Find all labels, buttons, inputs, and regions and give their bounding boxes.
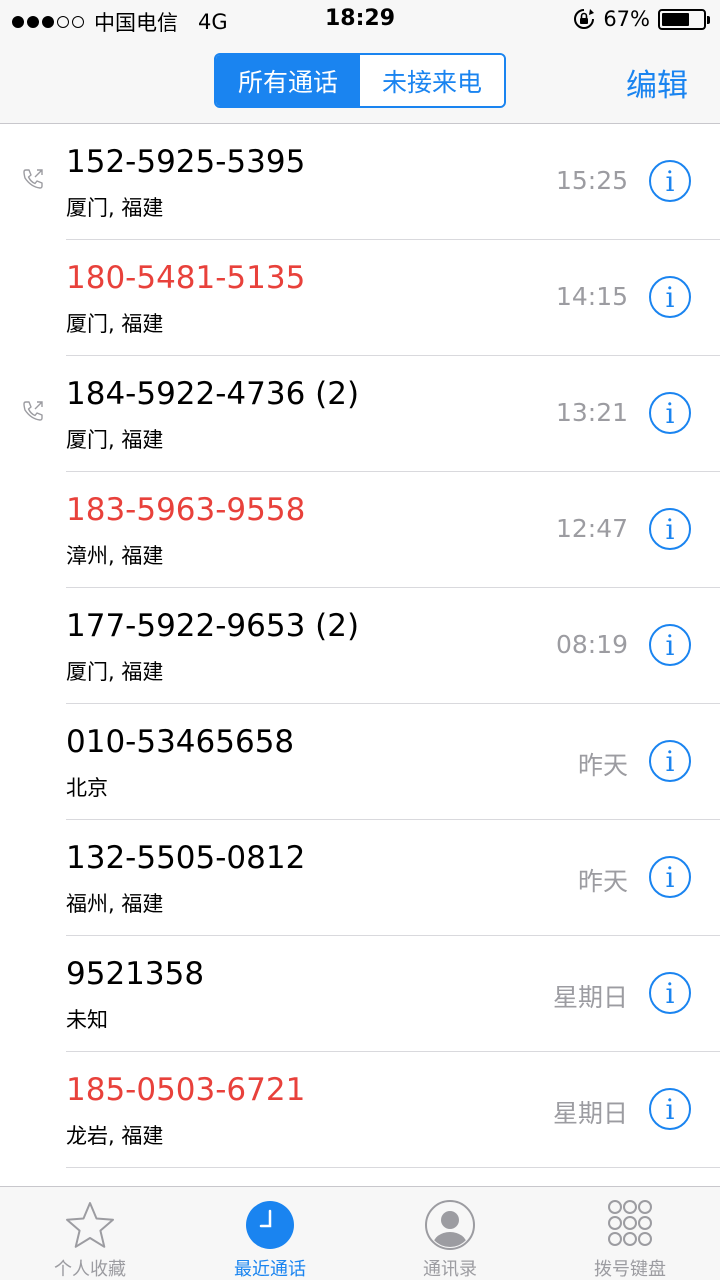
call-row[interactable]: 177-5922-9653 (2) 厦门, 福建 08:19 i xyxy=(0,588,720,704)
info-icon: i xyxy=(665,860,675,894)
segment-all-calls[interactable]: 所有通话 xyxy=(216,55,360,106)
info-icon: i xyxy=(665,744,675,778)
outgoing-call-icon xyxy=(23,169,43,189)
battery-percent: 67% xyxy=(603,7,650,31)
tab-keypad-label: 拨号键盘 xyxy=(594,1259,666,1280)
info-icon: i xyxy=(665,976,675,1010)
info-button[interactable]: i xyxy=(649,624,691,666)
tab-recents[interactable]: 最近通话 xyxy=(180,1187,360,1280)
info-button[interactable]: i xyxy=(649,392,691,434)
tab-favorites[interactable]: 个人收藏 xyxy=(0,1187,180,1280)
call-row[interactable]: 183-5963-9558 漳州, 福建 12:47 i xyxy=(0,472,720,588)
info-button[interactable]: i xyxy=(649,972,691,1014)
info-icon: i xyxy=(665,628,675,662)
call-number: 184-5922-4736 (2) xyxy=(66,376,360,412)
recent-calls-list: 152-5925-5395 厦门, 福建 15:25 i 180-5481-5135 厦门… xyxy=(0,124,720,1168)
contact-icon xyxy=(425,1200,475,1250)
call-number: 132-5505-0812 xyxy=(66,840,306,876)
call-row[interactable]: 9521358 未知 星期日 i xyxy=(0,936,720,1052)
call-row[interactable]: 152-5925-5395 厦门, 福建 15:25 i xyxy=(0,124,720,240)
call-location: 厦门, 福建 xyxy=(66,660,164,684)
call-time: 14:15 xyxy=(555,282,628,311)
info-button[interactable]: i xyxy=(649,856,691,898)
call-row[interactable]: 180-5481-5135 厦门, 福建 14:15 i xyxy=(0,240,720,356)
tab-bar: 个人收藏 最近通话 通讯录 拨号键盘 xyxy=(0,1186,720,1280)
carrier-name: 中国电信 xyxy=(94,11,178,35)
call-time: 昨天 xyxy=(577,751,628,780)
outgoing-call-icon xyxy=(23,401,43,421)
call-number: 180-5481-5135 xyxy=(66,260,306,296)
call-location: 北京 xyxy=(66,776,108,800)
call-location: 漳州, 福建 xyxy=(66,544,164,568)
call-time: 12:47 xyxy=(555,514,628,543)
info-icon: i xyxy=(665,164,675,198)
call-time: 星期日 xyxy=(552,1099,628,1128)
tab-favorites-label: 个人收藏 xyxy=(54,1259,126,1280)
tab-contacts[interactable]: 通讯录 xyxy=(360,1187,540,1280)
call-number: 9521358 xyxy=(66,956,205,992)
call-location: 龙岩, 福建 xyxy=(66,1124,164,1148)
call-time: 13:21 xyxy=(555,398,628,427)
info-icon: i xyxy=(665,396,675,430)
row-divider xyxy=(66,1167,720,1168)
network-type: 4G xyxy=(198,10,228,34)
call-time: 08:19 xyxy=(555,630,628,659)
call-location: 厦门, 福建 xyxy=(66,196,164,220)
status-left: 中国电信 4G xyxy=(12,7,228,37)
call-row[interactable]: 010-53465658 北京 昨天 i xyxy=(0,704,720,820)
segment-missed-calls[interactable]: 未接来电 xyxy=(360,55,504,106)
nav-bar: 所有通话 未接来电 编辑 xyxy=(0,40,720,124)
info-button[interactable]: i xyxy=(649,276,691,318)
info-icon: i xyxy=(665,1092,675,1126)
call-time: 星期日 xyxy=(552,983,628,1012)
call-filter-segmented-control: 所有通话 未接来电 xyxy=(214,53,506,108)
rotation-lock-icon xyxy=(574,9,595,29)
call-location: 厦门, 福建 xyxy=(66,428,164,452)
battery-icon xyxy=(658,8,710,30)
call-number: 152-5925-5395 xyxy=(66,144,306,180)
call-location: 福州, 福建 xyxy=(66,892,164,916)
call-time: 15:25 xyxy=(555,166,628,195)
call-number: 177-5922-9653 (2) xyxy=(66,608,360,644)
keypad-icon xyxy=(608,1200,652,1246)
info-button[interactable]: i xyxy=(649,1088,691,1130)
star-icon xyxy=(66,1202,114,1248)
status-right: 67% xyxy=(573,7,710,31)
call-row[interactable]: 132-5505-0812 福州, 福建 昨天 i xyxy=(0,820,720,936)
info-button[interactable]: i xyxy=(649,740,691,782)
tab-recents-label: 最近通话 xyxy=(234,1259,306,1280)
info-button[interactable]: i xyxy=(649,160,691,202)
call-location: 未知 xyxy=(66,1008,108,1032)
call-row[interactable]: 184-5922-4736 (2) 厦门, 福建 13:21 i xyxy=(0,356,720,472)
tab-keypad[interactable]: 拨号键盘 xyxy=(540,1187,720,1280)
call-number: 185-0503-6721 xyxy=(66,1072,306,1108)
info-button[interactable]: i xyxy=(649,508,691,550)
call-location: 厦门, 福建 xyxy=(66,312,164,336)
signal-strength-icon xyxy=(12,16,84,28)
call-time: 昨天 xyxy=(577,867,628,896)
info-icon: i xyxy=(665,512,675,546)
info-icon: i xyxy=(665,280,675,314)
edit-button[interactable]: 编辑 xyxy=(626,60,688,105)
call-row[interactable]: 185-0503-6721 龙岩, 福建 星期日 i xyxy=(0,1052,720,1168)
status-bar: 中国电信 4G 18:29 67% xyxy=(0,0,720,40)
call-number: 010-53465658 xyxy=(66,724,295,760)
battery-level-fill xyxy=(662,12,689,26)
clock-icon xyxy=(246,1201,294,1249)
call-number: 183-5963-9558 xyxy=(66,492,306,528)
tab-contacts-label: 通讯录 xyxy=(423,1259,477,1280)
